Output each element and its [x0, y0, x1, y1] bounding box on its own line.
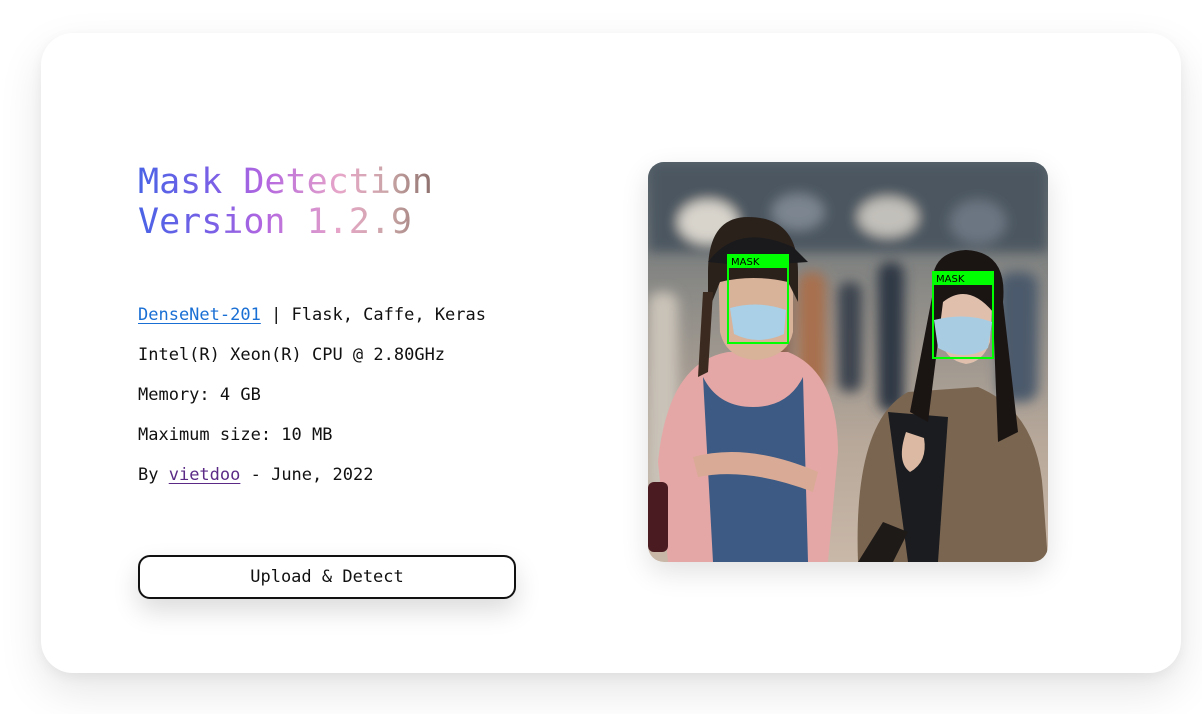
result-image: MASK MASK [648, 162, 1048, 562]
info-panel: Mask Detection Version 1.2.9 DenseNet-20… [138, 162, 558, 599]
frameworks-text: | Flask, Caffe, Keras [260, 305, 486, 325]
model-line: DenseNet-201 | Flask, Caffe, Keras [138, 305, 558, 345]
memory-line: Memory: 4 GB [138, 385, 261, 405]
spec-list: DenseNet-201 | Flask, Caffe, Keras Intel… [138, 305, 558, 505]
detection-label-1: MASK [731, 257, 760, 268]
model-link[interactable]: DenseNet-201 [138, 305, 261, 325]
author-link[interactable]: vietdoo [169, 465, 241, 485]
title-line-1: Mask Detection [138, 162, 434, 202]
cpu-line: Intel(R) Xeon(R) CPU @ 2.80GHz [138, 345, 446, 365]
author-line: By vietdoo - June, 2022 [138, 465, 558, 505]
by-prefix: By [138, 465, 169, 485]
main-card: Mask Detection Version 1.2.9 DenseNet-20… [41, 33, 1181, 673]
detection-label-2: MASK [936, 274, 965, 285]
date-text: - June, 2022 [240, 465, 374, 485]
upload-detect-button[interactable]: Upload & Detect [138, 555, 516, 599]
max-size-line: Maximum size: 10 MB [138, 425, 333, 445]
page-title: Mask Detection Version 1.2.9 [138, 162, 558, 242]
title-line-2: Version 1.2.9 [138, 202, 412, 242]
